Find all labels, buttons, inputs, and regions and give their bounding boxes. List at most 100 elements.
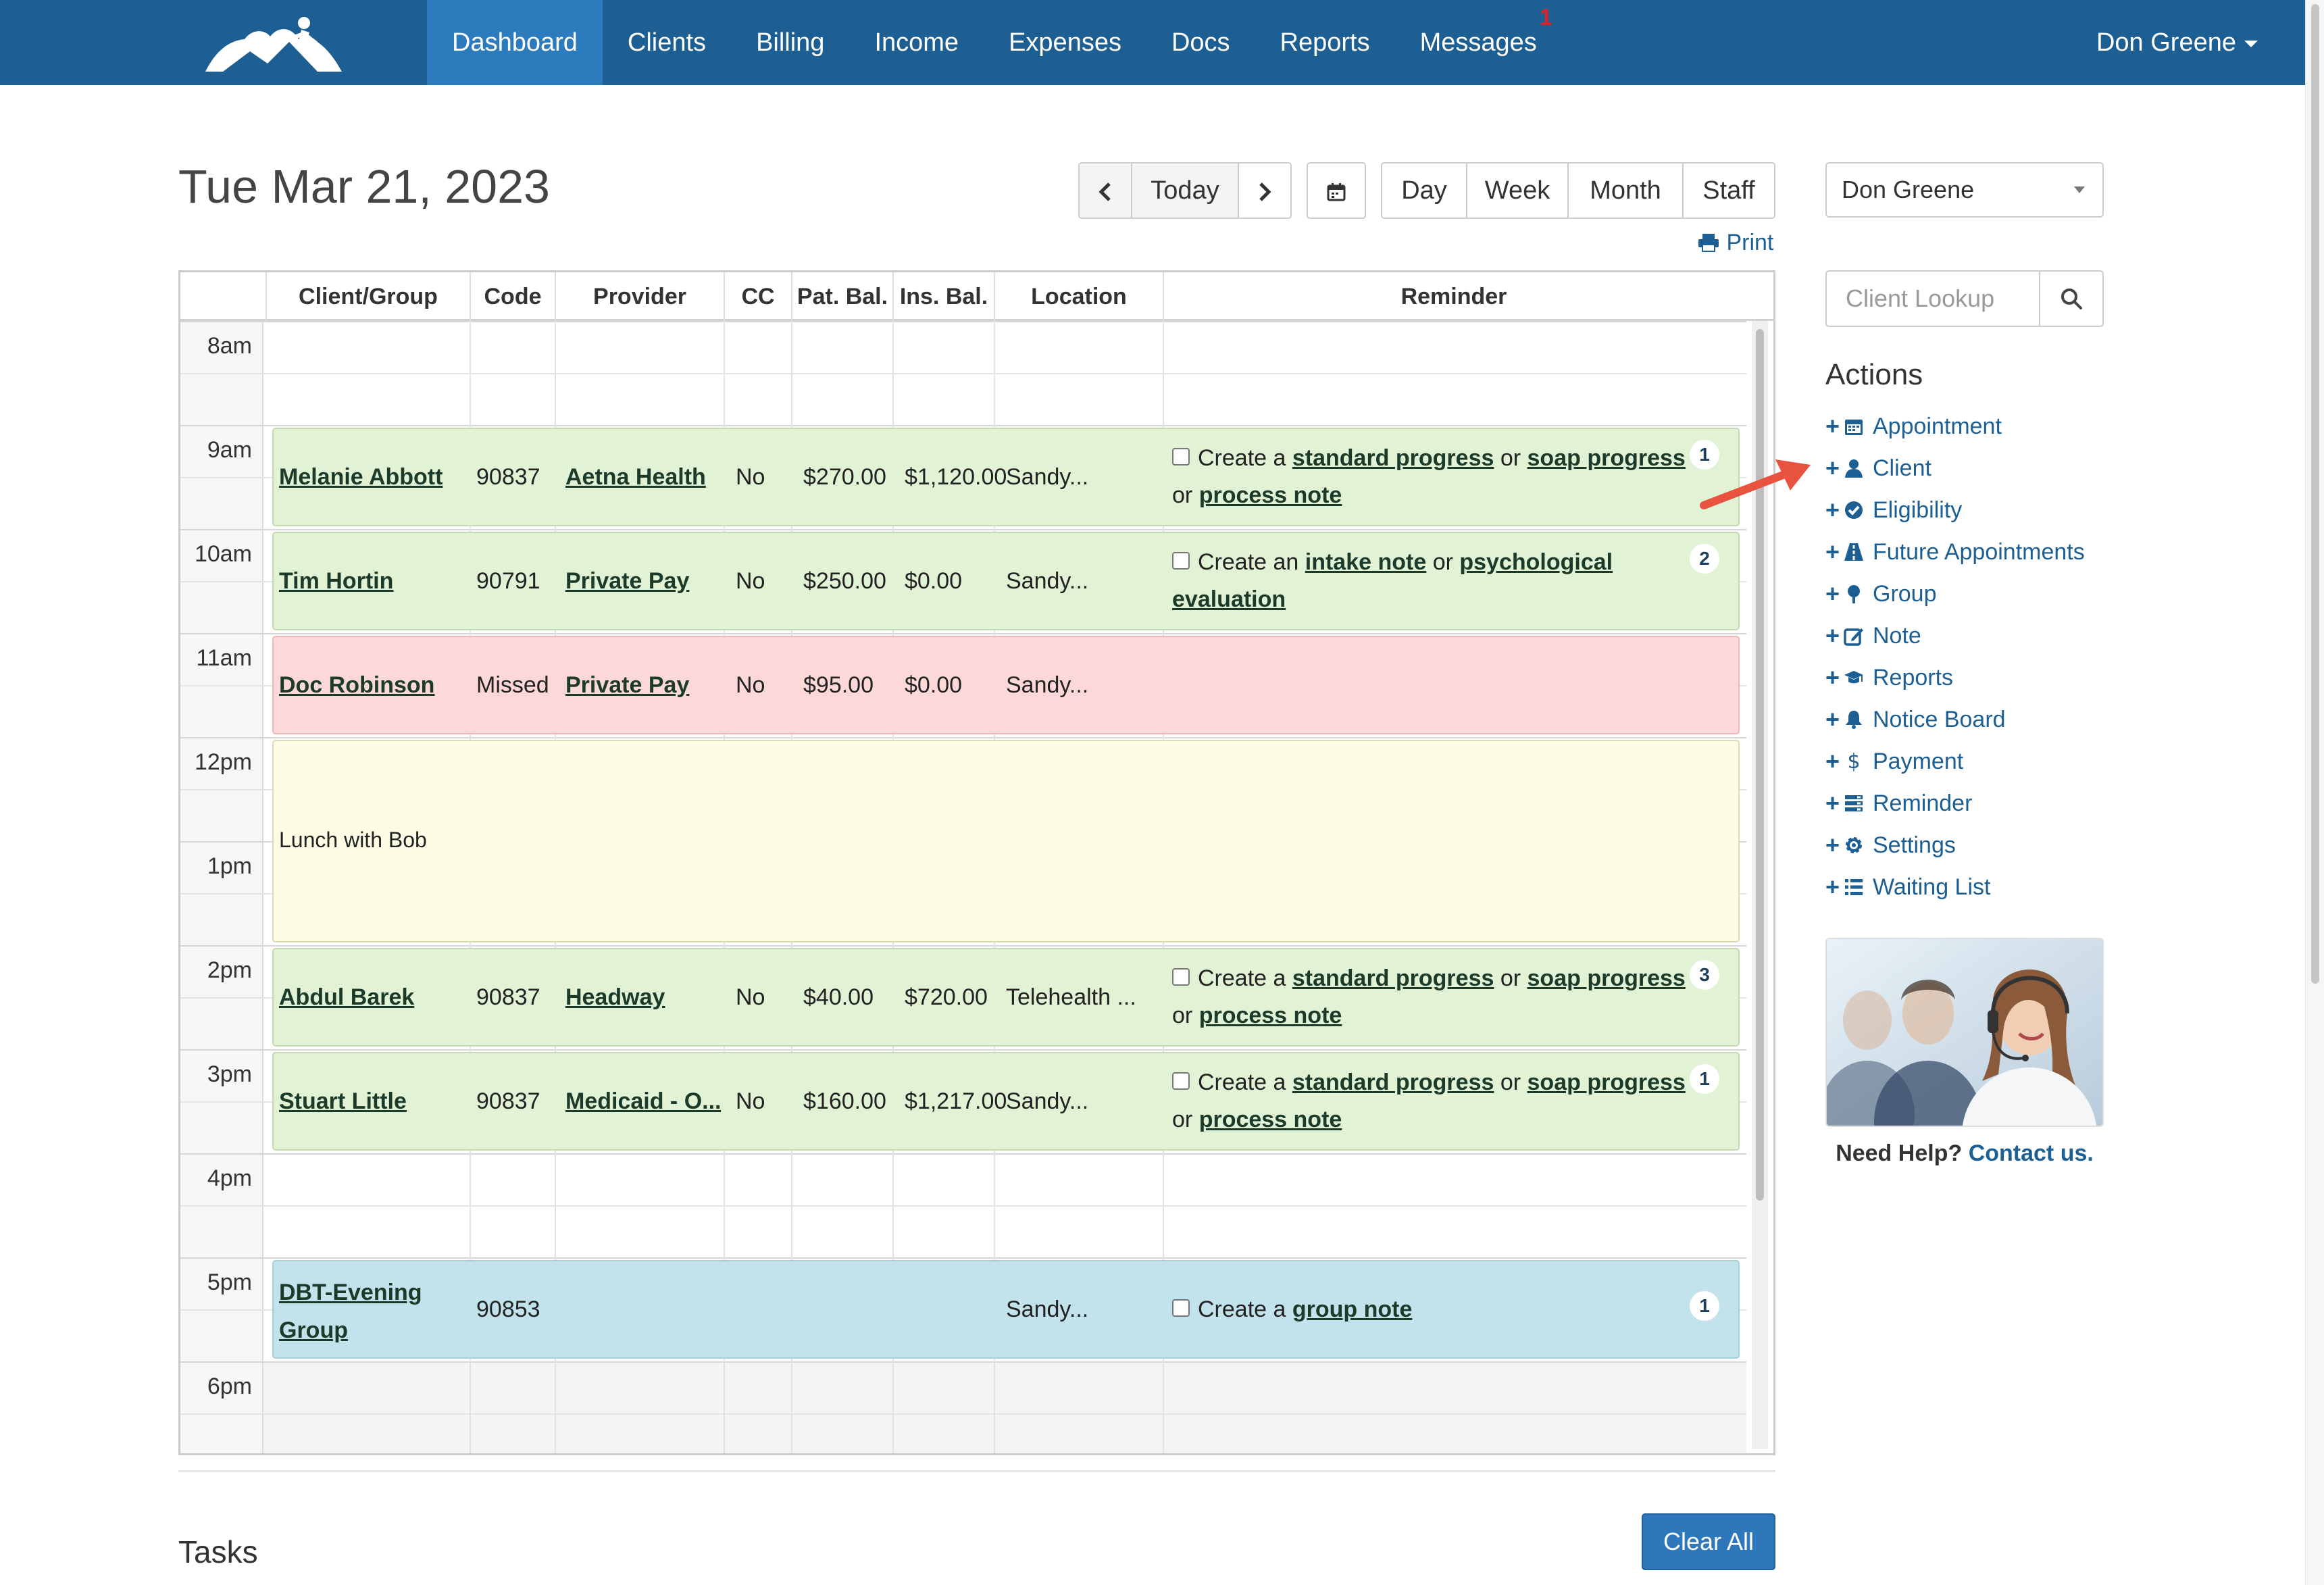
view-staff-button[interactable]: Staff xyxy=(1684,163,1774,218)
standard-progress-link[interactable]: standard progress xyxy=(1292,965,1494,991)
client-link[interactable]: Melanie Abbott xyxy=(279,464,443,490)
appointment-row[interactable]: Stuart Little 90837 Medicaid - O... No $… xyxy=(272,1052,1740,1151)
help-text: Need Help? Contact us. xyxy=(1825,1140,2104,1167)
reminder-checkbox[interactable] xyxy=(1172,968,1190,986)
action-label: Payment xyxy=(1873,748,1964,774)
time-11am: 11am xyxy=(196,645,252,671)
today-button[interactable]: Today xyxy=(1132,163,1239,218)
reminder-checkbox[interactable] xyxy=(1172,448,1190,466)
user-name: Don Greene xyxy=(2096,28,2236,57)
nav-dashboard[interactable]: Dashboard xyxy=(427,0,603,85)
time-4pm: 4pm xyxy=(207,1165,252,1191)
client-link[interactable]: Stuart Little xyxy=(279,1088,407,1115)
action-label: Client xyxy=(1873,455,1931,481)
page-scroll-thumb[interactable] xyxy=(2311,4,2319,984)
process-note-link[interactable]: process note xyxy=(1199,1107,1342,1132)
action-label: Appointment xyxy=(1873,413,2002,439)
chevron-left-icon xyxy=(1098,182,1111,201)
reminder-count-badge: 3 xyxy=(1690,960,1719,990)
provider-link[interactable]: Headway xyxy=(565,984,665,1011)
appt-code: 90837 xyxy=(476,1088,540,1114)
support-agent-image[interactable] xyxy=(1825,938,2104,1127)
nav-clients[interactable]: Clients xyxy=(603,0,731,85)
provider-link[interactable]: Private Pay xyxy=(565,672,689,699)
road-icon xyxy=(1842,540,1866,564)
action-label: Reminder xyxy=(1873,790,1973,816)
action-payment[interactable]: + $ Payment xyxy=(1825,745,1963,778)
contact-us-link[interactable]: Contact us. xyxy=(1969,1140,2094,1166)
event-block[interactable]: Lunch with Bob xyxy=(272,740,1740,942)
action-eligibility[interactable]: + Eligibility xyxy=(1825,493,1962,527)
standard-progress-link[interactable]: standard progress xyxy=(1292,1070,1494,1095)
graduation-cap-icon xyxy=(1842,665,1866,690)
action-note[interactable]: + Note xyxy=(1825,619,1921,653)
staff-select[interactable]: Don Greene xyxy=(1825,162,2104,218)
client-link[interactable]: Abdul Barek xyxy=(279,984,414,1011)
action-waiting-list[interactable]: + Waiting List xyxy=(1825,870,1990,904)
action-reports[interactable]: + Reports xyxy=(1825,661,1953,695)
client-lookup-search-button[interactable] xyxy=(2039,272,2102,326)
print-label: Print xyxy=(1726,230,1774,255)
nav-reports[interactable]: Reports xyxy=(1255,0,1395,85)
action-group[interactable]: + Group xyxy=(1825,577,1937,611)
action-settings[interactable]: + Settings xyxy=(1825,828,1956,862)
appt-cc: No xyxy=(736,672,765,698)
client-link[interactable]: Doc Robinson xyxy=(279,672,434,699)
appointment-row-missed[interactable]: Doc Robinson Missed Private Pay No $95.0… xyxy=(272,636,1740,734)
next-day-button[interactable] xyxy=(1239,163,1290,218)
view-day-button[interactable]: Day xyxy=(1382,163,1467,218)
action-reminder[interactable]: + Reminder xyxy=(1825,786,1972,820)
appt-ins-bal: $1,120.00 xyxy=(905,464,1007,490)
process-note-link[interactable]: process note xyxy=(1199,482,1342,508)
user-menu[interactable]: Don Greene xyxy=(2096,0,2258,85)
time-6pm: 6pm xyxy=(207,1374,252,1399)
calendar-picker-button[interactable] xyxy=(1307,162,1366,219)
plus-icon: + xyxy=(1825,454,1840,482)
action-future-appointments[interactable]: + Future Appointments xyxy=(1825,535,2085,569)
nav-billing[interactable]: Billing xyxy=(731,0,849,85)
action-appointment[interactable]: + Appointment xyxy=(1825,409,2002,443)
appointment-row[interactable]: Melanie Abbott 90837 Aetna Health No $27… xyxy=(272,428,1740,526)
page-scrollbar[interactable] xyxy=(2305,0,2324,1585)
reminder-checkbox[interactable] xyxy=(1172,552,1190,570)
standard-progress-link[interactable]: standard progress xyxy=(1292,445,1494,471)
view-week-button[interactable]: Week xyxy=(1467,163,1569,218)
nav-docs[interactable]: Docs xyxy=(1146,0,1255,85)
soap-progress-link[interactable]: soap progress xyxy=(1527,1070,1686,1095)
staff-select-value: Don Greene xyxy=(1842,176,1975,203)
intake-note-link[interactable]: intake note xyxy=(1305,549,1426,575)
nav-expenses[interactable]: Expenses xyxy=(984,0,1146,85)
provider-link[interactable]: Private Pay xyxy=(565,568,689,595)
reminder-checkbox[interactable] xyxy=(1172,1299,1190,1317)
provider-link[interactable]: Medicaid - O... xyxy=(565,1088,721,1115)
group-link[interactable]: DBT-Evening Group xyxy=(279,1274,434,1349)
appt-code: 90837 xyxy=(476,984,540,1010)
group-appointment-row[interactable]: DBT-Evening Group 90853 Sandy... Create … xyxy=(272,1260,1740,1359)
reminder-checkbox[interactable] xyxy=(1172,1072,1190,1090)
provider-link[interactable]: Aetna Health xyxy=(565,464,706,490)
reminder-text: Create a standard progress or soap progr… xyxy=(1172,445,1686,508)
plus-icon: + xyxy=(1825,705,1840,733)
print-link[interactable]: Print xyxy=(1697,230,1773,256)
view-month-button[interactable]: Month xyxy=(1569,163,1684,218)
reminder-count-badge: 1 xyxy=(1690,1291,1719,1321)
client-lookup-input[interactable] xyxy=(1827,272,2040,326)
nav-income[interactable]: Income xyxy=(849,0,984,85)
action-client[interactable]: + Client xyxy=(1825,451,1931,485)
logo-icon[interactable] xyxy=(203,9,345,77)
process-note-link[interactable]: process note xyxy=(1199,1003,1342,1028)
clear-all-button[interactable]: Clear All xyxy=(1642,1513,1775,1570)
client-link[interactable]: Tim Hortin xyxy=(279,568,393,595)
appointment-row[interactable]: Tim Hortin 90791 Private Pay No $250.00 … xyxy=(272,532,1740,630)
soap-progress-link[interactable]: soap progress xyxy=(1527,965,1686,991)
date-nav-group: Today xyxy=(1078,162,1292,219)
prev-day-button[interactable] xyxy=(1080,163,1132,218)
group-note-link[interactable]: group note xyxy=(1292,1297,1413,1322)
appointment-row[interactable]: Abdul Barek 90837 Headway No $40.00 $720… xyxy=(272,948,1740,1047)
nav-messages[interactable]: Messages 1 xyxy=(1395,0,1562,85)
time-12pm: 12pm xyxy=(194,749,252,775)
action-notice-board[interactable]: + Notice Board xyxy=(1825,703,2006,736)
plus-icon: + xyxy=(1825,663,1840,691)
soap-progress-link[interactable]: soap progress xyxy=(1527,445,1686,471)
event-title: Lunch with Bob xyxy=(279,828,427,852)
